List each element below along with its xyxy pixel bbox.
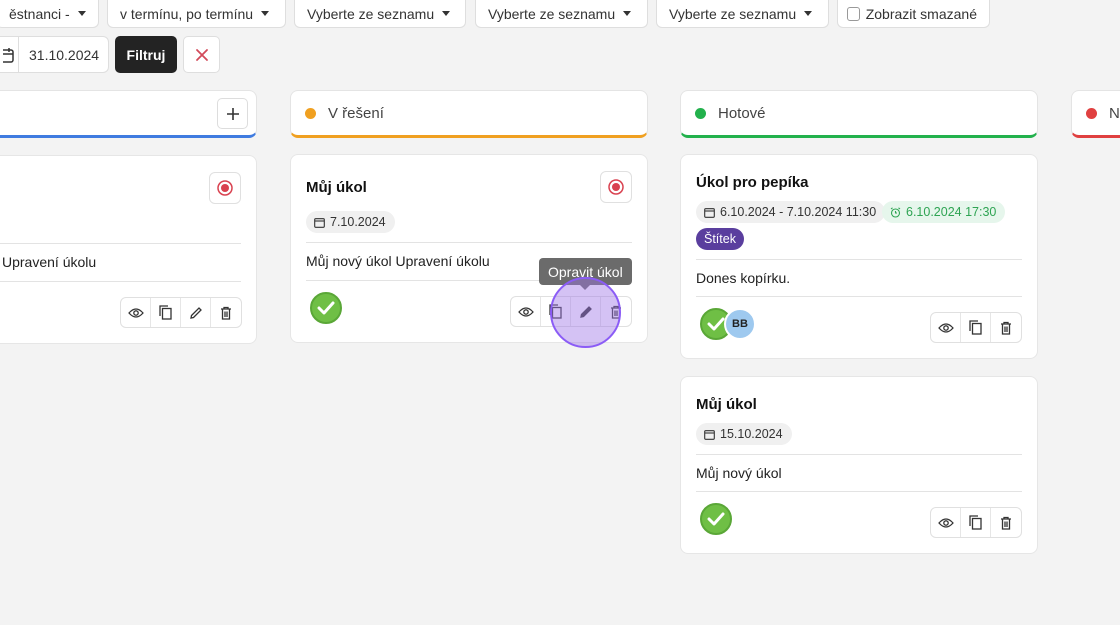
- eye-icon: [937, 517, 954, 528]
- eye-icon: [127, 307, 144, 318]
- view-button[interactable]: [511, 297, 541, 326]
- chevron-down-icon: [261, 11, 270, 16]
- record-button[interactable]: [600, 171, 632, 203]
- delete-button[interactable]: [991, 313, 1021, 342]
- cursor-highlight: [550, 277, 621, 348]
- trash-icon: [1001, 516, 1011, 530]
- show-deleted-checkbox[interactable]: Zobrazit smazané: [837, 0, 990, 28]
- clear-filter-button[interactable]: [183, 36, 220, 73]
- alarm-icon: [890, 206, 901, 218]
- select-filter-3-label: Vyberte ze seznamu: [669, 5, 797, 22]
- copy-icon: [969, 515, 982, 530]
- task-actions: [120, 297, 242, 328]
- select-filter-1-label: Vyberte ze seznamu: [307, 5, 435, 22]
- record-icon: [608, 179, 624, 195]
- divider: [696, 259, 1022, 260]
- trash-icon: [221, 306, 231, 320]
- divider: [0, 281, 241, 282]
- record-icon: [217, 180, 233, 196]
- avatar: BB: [724, 308, 756, 340]
- reminder-text: 6.10.2024 17:30: [906, 205, 997, 219]
- divider: [696, 296, 1022, 297]
- eye-icon: [517, 306, 534, 317]
- select-filter-2-label: Vyberte ze seznamu: [488, 5, 616, 22]
- employees-filter-label: ěstnanci -: [9, 5, 70, 22]
- task-title: Úkol pro pepíka: [696, 174, 809, 191]
- pencil-icon: [189, 306, 202, 319]
- select-filter-3[interactable]: Vyberte ze seznamu: [656, 0, 829, 28]
- copy-button[interactable]: [961, 313, 991, 342]
- divider: [0, 243, 241, 244]
- delete-button[interactable]: [211, 298, 241, 327]
- add-task-button[interactable]: [217, 98, 248, 129]
- task-title: Můj úkol: [696, 396, 757, 413]
- date-to-value: 31.10.2024: [29, 46, 100, 63]
- chevron-down-icon: [623, 11, 632, 16]
- task-card[interactable]: l Upravení úkolu: [0, 155, 257, 344]
- date-range-chip: 6.10.2024 - 7.10.2024 11:30: [696, 201, 886, 223]
- chevron-down-icon: [442, 11, 451, 16]
- task-actions: [930, 507, 1022, 538]
- divider: [696, 491, 1022, 492]
- plus-icon: [226, 107, 239, 120]
- calendar-icon: [704, 207, 715, 218]
- status-dot: [305, 107, 316, 119]
- select-filter-2[interactable]: Vyberte ze seznamu: [475, 0, 648, 28]
- due-date-chip: 15.10.2024: [696, 423, 792, 445]
- copy-button[interactable]: [961, 508, 991, 537]
- show-deleted-label: Zobrazit smazané: [865, 5, 977, 22]
- calendar-icon[interactable]: [0, 37, 19, 72]
- date-range-text: 6.10.2024 - 7.10.2024 11:30: [720, 205, 877, 219]
- close-icon: [195, 48, 208, 61]
- task-description: Můj nový úkol Upravení úkolu: [306, 253, 490, 269]
- status-dot: [695, 107, 706, 119]
- column-header-in-progress: V řešení: [290, 90, 648, 138]
- edit-button[interactable]: [181, 298, 211, 327]
- deadline-filter[interactable]: v termínu, po termínu: [107, 0, 286, 28]
- checkbox-box[interactable]: [847, 6, 860, 21]
- chevron-down-icon: [804, 11, 813, 16]
- calendar-icon: [314, 217, 325, 228]
- filter-button[interactable]: Filtruj: [115, 36, 177, 73]
- reminder-chip: 6.10.2024 17:30: [882, 201, 1006, 223]
- trash-icon: [1001, 321, 1011, 335]
- check-icon: [310, 292, 342, 324]
- task-actions: [930, 312, 1022, 343]
- view-button[interactable]: [931, 313, 961, 342]
- task-description: l Upravení úkolu: [0, 254, 97, 270]
- view-button[interactable]: [931, 508, 961, 537]
- divider: [696, 454, 1022, 455]
- column-header-todo: [0, 90, 257, 138]
- deadline-filter-label: v termínu, po termínu: [120, 5, 254, 22]
- tag-badge: Štítek: [696, 228, 744, 250]
- due-date-text: 15.10.2024: [720, 427, 783, 441]
- copy-button[interactable]: [151, 298, 181, 327]
- chevron-down-icon: [77, 11, 86, 16]
- task-description: Můj nový úkol: [696, 465, 782, 481]
- due-date-chip: 7.10.2024: [306, 211, 395, 233]
- column-header-next: N: [1071, 90, 1120, 138]
- due-date-text: 7.10.2024: [330, 215, 386, 229]
- task-card[interactable]: Úkol pro pepíka 6.10.2024 - 7.10.2024 11…: [680, 154, 1038, 359]
- eye-icon: [937, 322, 954, 333]
- employees-filter[interactable]: ěstnanci -: [0, 0, 99, 28]
- column-header-done: Hotové: [680, 90, 1038, 138]
- copy-icon: [969, 320, 982, 335]
- record-button[interactable]: [209, 172, 241, 204]
- delete-button[interactable]: [991, 508, 1021, 537]
- view-button[interactable]: [121, 298, 151, 327]
- task-card[interactable]: Můj úkol 15.10.2024 Můj nový úkol: [680, 376, 1038, 554]
- column-title: N: [1109, 104, 1120, 122]
- task-title: Můj úkol: [306, 179, 367, 196]
- column-title: Hotové: [718, 104, 766, 122]
- select-filter-1[interactable]: Vyberte ze seznamu: [294, 0, 466, 28]
- column-title: V řešení: [328, 104, 384, 122]
- calendar-icon: [704, 429, 715, 440]
- task-description: Dones kopírku.: [696, 270, 791, 286]
- date-to-field[interactable]: 31.10.2024: [0, 36, 109, 73]
- copy-icon: [159, 305, 172, 320]
- check-icon: [700, 503, 732, 535]
- divider: [306, 242, 632, 243]
- status-dot: [1086, 107, 1097, 119]
